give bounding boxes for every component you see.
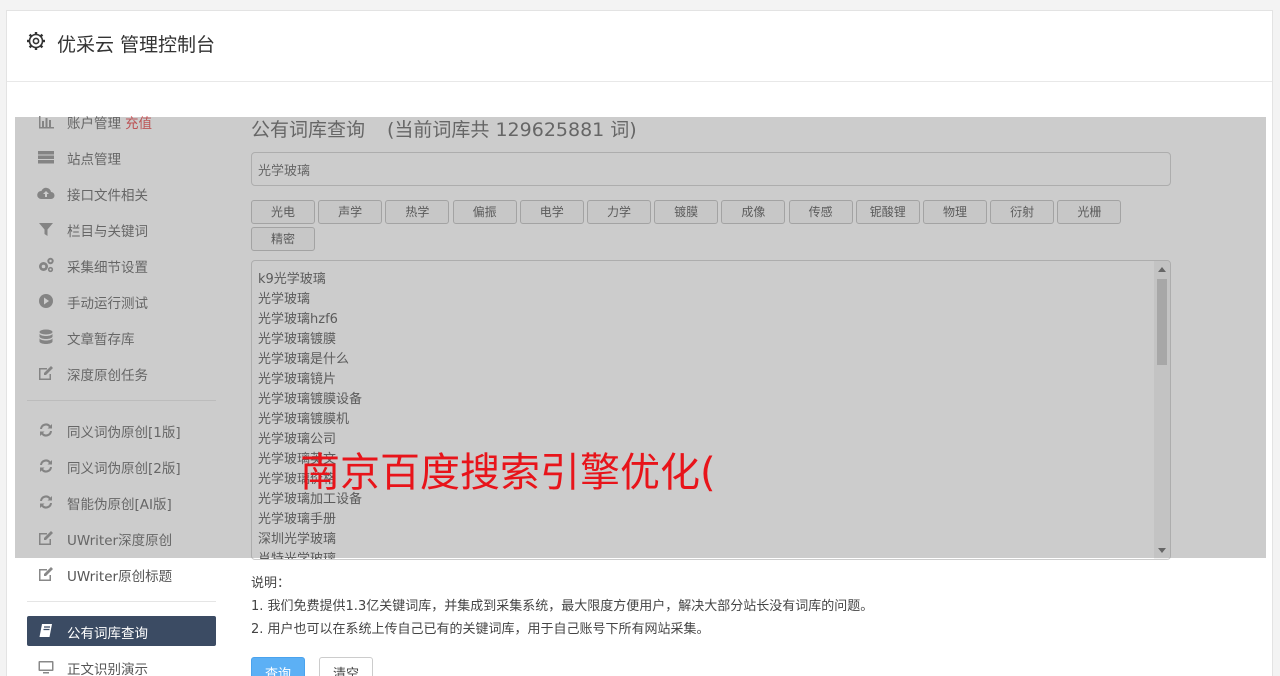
sidebar-item-text-recognition[interactable]: 正文识别演示 [27, 652, 216, 676]
sidebar-item-label: 栏目与关键词 [67, 224, 148, 240]
sidebar-item-article-store[interactable]: 文章暂存库 [27, 322, 216, 352]
list-item[interactable]: 光学玻璃是什么 [258, 348, 349, 367]
edit-icon [39, 366, 53, 380]
cloud-upload-icon [37, 187, 55, 199]
edit-icon [39, 531, 53, 545]
category-tag-button[interactable]: 偏振 [452, 200, 517, 224]
notes-line-1: 1. 我们免费提供1.3亿关键词库，并集成到采集系统，最大限度方便用户，解决大部… [251, 599, 874, 614]
filter-icon [39, 223, 53, 236]
category-tag-button[interactable]: 物理 [923, 200, 987, 224]
sidebar-item-label: 公有词库查询 [67, 626, 148, 642]
sidebar-item-uwriter-title[interactable]: UWriter原创标题 [27, 559, 216, 589]
sidebar-item-manual-run[interactable]: 手动运行测试 [27, 286, 216, 316]
clear-button[interactable]: 清空 [319, 657, 373, 676]
category-tag-button[interactable]: 电学 [519, 200, 584, 224]
monitor-icon [38, 661, 54, 674]
scroll-thumb[interactable] [1157, 279, 1167, 365]
category-tag-button[interactable]: 光栅 [1057, 200, 1122, 224]
category-tag-button[interactable]: 衍射 [990, 200, 1055, 224]
play-circle-icon [39, 294, 53, 308]
gears-icon [39, 257, 54, 273]
gear-icon [27, 32, 45, 50]
category-tag-button[interactable]: 铌酸锂 [855, 200, 920, 224]
sidebar-divider [27, 601, 216, 602]
sidebar-item-synonym-v2[interactable]: 同义词伪原创[2版] [27, 451, 216, 481]
sidebar-item-synonym-v1[interactable]: 同义词伪原创[1版] [27, 415, 216, 445]
category-tag-button[interactable]: 成像 [721, 200, 786, 224]
list-item[interactable]: 光学玻璃加工设备 [258, 488, 362, 507]
scrollbar[interactable] [1154, 261, 1170, 559]
database-icon [39, 329, 53, 344]
sidebar-item-label: 账户管理 [67, 116, 121, 132]
sidebar-item-ai-rewrite[interactable]: 智能伪原创[AI版] [27, 487, 216, 517]
book-icon [39, 624, 52, 637]
list-item[interactable]: 光学玻璃英文 [258, 448, 336, 467]
sidebar-item-columns-keywords[interactable]: 栏目与关键词 [27, 214, 216, 244]
category-tag-button[interactable]: 声学 [318, 200, 383, 224]
sidebar-item-sites[interactable]: 站点管理 [27, 142, 216, 172]
category-tag-button[interactable]: 光电 [251, 200, 315, 224]
list-item[interactable]: 光学玻璃 [258, 288, 310, 307]
sidebar-item-label: 采集细节设置 [67, 260, 148, 276]
query-button[interactable]: 查询 [251, 657, 305, 676]
sidebar-item-interface-files[interactable]: 接口文件相关 [27, 178, 216, 208]
sidebar-item-account[interactable]: 账户管理 充值 [27, 106, 216, 136]
category-tag-button[interactable]: 传感 [788, 200, 853, 224]
sidebar-item-uwriter-deep[interactable]: UWriter深度原创 [27, 523, 216, 553]
list-item[interactable]: 肖特光学玻璃 [258, 548, 336, 559]
sidebar-item-collect-settings[interactable]: 采集细节设置 [27, 250, 216, 280]
list-item[interactable]: 光学玻璃镜片 [258, 368, 336, 387]
category-tag-button[interactable]: 力学 [587, 200, 651, 224]
edit-icon [39, 567, 53, 581]
list-item[interactable]: 光学玻璃镀膜 [258, 328, 336, 347]
category-tag-button[interactable]: 精密 [251, 227, 315, 251]
category-tag-button[interactable]: 镀膜 [654, 200, 719, 224]
lexicon-count: (当前词库共 129625881 词) [387, 119, 637, 141]
section-title: 公有词库查询 (当前词库共 129625881 词) [251, 115, 637, 142]
list-item[interactable]: 光学玻璃手册 [258, 508, 336, 527]
refresh-icon [40, 459, 52, 473]
keyword-search-input[interactable] [251, 152, 1171, 186]
header: 优采云 管理控制台 [7, 11, 1272, 82]
sidebar-item-label: 智能伪原创[AI版] [67, 497, 172, 513]
list-item[interactable]: 光学玻璃价格 [258, 468, 336, 487]
list-item[interactable]: k9光学玻璃 [258, 268, 326, 287]
refresh-icon [40, 423, 52, 437]
scroll-up-arrow-icon[interactable] [1158, 267, 1166, 272]
sidebar-item-label: UWriter深度原创 [67, 533, 173, 549]
list-item[interactable]: 深圳光学玻璃 [258, 528, 336, 547]
notes-line-2: 2. 用户也可以在系统上传自己已有的关键词库，用于自己账号下所有网站采集。 [251, 622, 710, 637]
sidebar-item-deep-original-task[interactable]: 深度原创任务 [27, 358, 216, 388]
list-item[interactable]: 光学玻璃公司 [258, 428, 336, 447]
sidebar-item-label: 手动运行测试 [67, 296, 148, 312]
sidebar-item-label: 站点管理 [67, 152, 121, 168]
scroll-down-arrow-icon[interactable] [1158, 548, 1166, 553]
sidebar-item-label: 深度原创任务 [67, 368, 148, 384]
sidebar-item-label: 同义词伪原创[1版] [67, 425, 181, 441]
sidebar-divider [27, 400, 216, 401]
lexicon-title: 公有词库查询 [251, 119, 366, 141]
page-title: 优采云 管理控制台 [57, 34, 216, 56]
recharge-link[interactable]: 充值 [125, 116, 152, 132]
server-icon [38, 151, 54, 164]
category-tag-button[interactable]: 热学 [385, 200, 450, 224]
sidebar-item-label: 文章暂存库 [67, 332, 135, 348]
results-list[interactable]: k9光学玻璃 光学玻璃 光学玻璃hzf6 光学玻璃镀膜 光学玻璃是什么 光学玻璃镜片 光学玻… [251, 260, 1171, 560]
main-panel: 优采云 管理控制台 账户管理 充值 站点管理 接口文件相关 栏目与关键词 采集细节… [6, 10, 1273, 676]
sidebar-item-public-lexicon[interactable]: 公有词库查询 [27, 616, 216, 646]
list-item[interactable]: 光学玻璃镀膜机 [258, 408, 349, 427]
list-item[interactable]: 光学玻璃镀膜设备 [258, 388, 362, 407]
sidebar-item-label: 正文识别演示 [67, 662, 148, 676]
sidebar-item-label: UWriter原创标题 [67, 569, 173, 585]
sidebar-item-label: 接口文件相关 [67, 188, 148, 204]
notes-heading: 说明： [251, 576, 291, 591]
bar-chart-icon [39, 116, 54, 129]
refresh-icon [40, 495, 52, 509]
list-item[interactable]: 光学玻璃hzf6 [258, 308, 338, 327]
sidebar-item-label: 同义词伪原创[2版] [67, 461, 181, 477]
